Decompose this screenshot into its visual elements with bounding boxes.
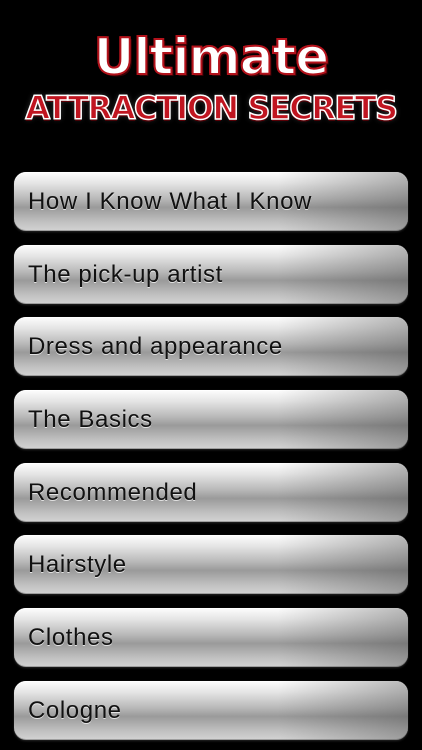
menu-item-hairstyle[interactable]: Hairstyle xyxy=(14,535,408,595)
menu-item-label: Clothes xyxy=(28,624,114,652)
menu-item-the-basics[interactable]: The Basics xyxy=(14,390,408,450)
menu-item-cologne[interactable]: Cologne xyxy=(14,680,408,740)
menu-item-label: Dress and appearance xyxy=(28,333,283,361)
logo-title-attraction-secrets: ATTRACTION SECRETS xyxy=(25,88,399,128)
menu-item-dress-and-appearance[interactable]: Dress and appearance xyxy=(14,317,408,377)
menu-item-label: Recommended xyxy=(28,478,198,506)
menu-item-clothes[interactable]: Clothes xyxy=(14,608,408,668)
menu-item-label: Hairstyle xyxy=(28,551,127,579)
menu-item-label: The pick-up artist xyxy=(28,260,223,288)
app-screen: Ultimate ATTRACTION SECRETS How I Know W… xyxy=(0,0,422,750)
menu-item-pick-up-artist[interactable]: The pick-up artist xyxy=(14,244,408,304)
menu-item-label: How I Know What I Know xyxy=(28,188,312,215)
menu-item-label: The Basics xyxy=(28,406,153,434)
menu-item-how-i-know[interactable]: How I Know What I Know xyxy=(14,172,408,231)
logo-title-ultimate: Ultimate xyxy=(93,27,330,87)
app-logo: Ultimate ATTRACTION SECRETS xyxy=(0,27,422,148)
chapter-menu: How I Know What I Know The pick-up artis… xyxy=(14,172,408,750)
menu-item-recommended[interactable]: Recommended xyxy=(14,462,408,522)
menu-item-label: Cologne xyxy=(28,696,122,724)
